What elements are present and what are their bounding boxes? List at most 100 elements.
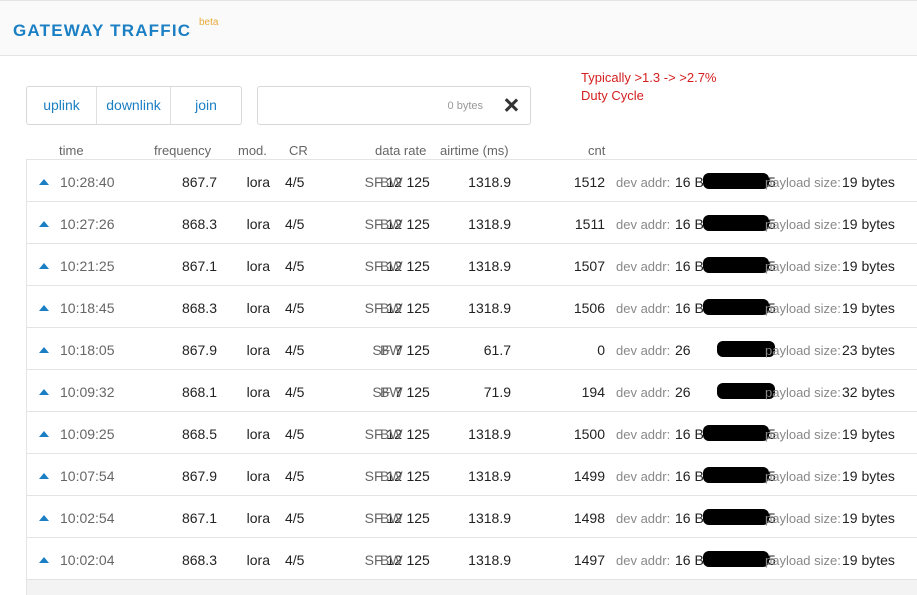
bw-label: BW <box>380 174 403 190</box>
table-row[interactable]: 10:21:25 867.1 lora 4/5 SF 12 BW 125 1318.9 150… <box>27 244 917 286</box>
up-arrow-icon <box>39 557 49 563</box>
dev-addr-label: dev addr: <box>616 553 671 568</box>
row-modulation: lora <box>246 510 270 526</box>
row-modulation: lora <box>246 300 270 316</box>
row-coding-rate: 4/5 <box>285 216 305 232</box>
payload-filter-input[interactable]: 0 bytes <box>257 86 531 125</box>
table-row[interactable]: 10:09:25 868.5 lora 4/5 SF 12 BW 125 1318.9 150… <box>27 412 917 454</box>
bw-label: BW <box>380 384 403 400</box>
bw-label: BW <box>380 342 403 358</box>
bw-value: 125 <box>406 426 430 442</box>
redaction-block <box>703 215 769 231</box>
page-title: GATEWAY TRAFFIC <box>13 21 192 40</box>
dev-addr-label: dev addr: <box>616 343 671 358</box>
row-dev-addr[interactable]: 26 <box>675 342 691 358</box>
bw-label: BW <box>380 258 403 274</box>
row-count: 1507 <box>573 258 605 274</box>
uplink-filter-button[interactable]: uplink <box>27 87 97 124</box>
redaction-block <box>703 509 769 525</box>
row-payload-size: 19 bytes <box>842 426 895 442</box>
payload-size-label: payload size: <box>765 343 841 358</box>
row-airtime: 1318.9 <box>468 426 511 442</box>
row-bandwidth: BW 125 <box>380 426 430 442</box>
payload-size-label: payload size: <box>765 175 841 190</box>
table-row[interactable]: 10:07:54 867.9 lora 4/5 SF 12 BW 125 1318.9 149… <box>27 454 917 496</box>
bw-label: BW <box>380 300 403 316</box>
bw-value: 125 <box>406 174 430 190</box>
row-dev-addr[interactable]: 16 B <box>675 552 704 568</box>
dev-addr-label: dev addr: <box>616 175 671 190</box>
up-arrow-icon <box>39 515 49 521</box>
bw-value: 125 <box>406 216 430 232</box>
payload-size-label: payload size: <box>765 301 841 316</box>
row-dev-addr[interactable]: 16 B <box>675 258 704 274</box>
row-dev-addr[interactable]: 16 B <box>675 216 704 232</box>
row-dev-addr[interactable]: 16 B <box>675 510 704 526</box>
row-frequency: 867.9 <box>181 468 217 484</box>
row-modulation: lora <box>246 552 270 568</box>
row-airtime: 1318.9 <box>468 510 511 526</box>
col-data-rate: data rate <box>375 143 427 158</box>
join-filter-button[interactable]: join <box>171 87 241 124</box>
up-arrow-icon <box>39 179 49 185</box>
row-dev-addr[interactable]: 16 B <box>675 426 704 442</box>
row-time: 10:18:05 <box>60 342 115 358</box>
row-dev-addr[interactable]: 16 B <box>675 300 704 316</box>
col-modulation: mod. <box>238 143 267 158</box>
bw-label: BW <box>380 426 403 442</box>
table-row[interactable]: 10:27:26 868.3 lora 4/5 SF 12 BW 125 1318.9 151… <box>27 202 917 244</box>
row-dev-addr[interactable]: 26 <box>675 384 691 400</box>
redaction-block <box>703 173 769 189</box>
row-count: 1497 <box>573 552 605 568</box>
col-time: time <box>59 143 84 158</box>
table-row[interactable]: 10:02:04 868.3 lora 4/5 SF 12 BW 125 1318.9 149… <box>27 538 917 580</box>
row-count: 1512 <box>573 174 605 190</box>
page-header: GATEWAY TRAFFIC beta <box>0 0 917 56</box>
row-coding-rate: 4/5 <box>285 300 305 316</box>
row-frequency: 868.3 <box>181 300 217 316</box>
row-time: 10:02:04 <box>60 552 115 568</box>
dev-addr-label: dev addr: <box>616 469 671 484</box>
row-dev-addr[interactable]: 16 B <box>675 468 704 484</box>
dev-addr-label: dev addr: <box>616 259 671 274</box>
row-bandwidth: BW 125 <box>380 468 430 484</box>
row-airtime: 71.9 <box>483 384 511 400</box>
payload-size-label: payload size: <box>765 553 841 568</box>
annotation-line-2: Duty Cycle <box>581 88 644 103</box>
row-coding-rate: 4/5 <box>285 342 305 358</box>
bw-label: BW <box>380 216 403 232</box>
row-frequency: 868.3 <box>181 216 217 232</box>
table-row[interactable]: 10:02:54 867.1 lora 4/5 SF 12 BW 125 1318.9 149… <box>27 496 917 538</box>
redaction-block <box>703 257 769 273</box>
table-row[interactable]: 10:28:40 867.7 lora 4/5 SF 12 BW 125 1318.9 151… <box>27 160 917 202</box>
col-airtime: airtime (ms) <box>440 143 509 158</box>
beta-badge: beta <box>199 17 219 28</box>
table-row[interactable]: 10:18:45 868.3 lora 4/5 SF 12 BW 125 1318.9 150… <box>27 286 917 328</box>
table-row[interactable]: 10:09:32 868.1 lora 4/5 SF 7 BW 125 71.9 194 dev… <box>27 370 917 412</box>
payload-size-label: payload size: <box>765 427 841 442</box>
row-bandwidth: BW 125 <box>380 342 430 358</box>
row-frequency: 867.9 <box>181 342 217 358</box>
dev-addr-label: dev addr: <box>616 511 671 526</box>
row-airtime: 1318.9 <box>468 552 511 568</box>
up-arrow-icon <box>39 305 49 311</box>
row-modulation: lora <box>246 384 270 400</box>
row-dev-addr[interactable]: 16 B <box>675 174 704 190</box>
row-modulation: lora <box>246 174 270 190</box>
downlink-filter-button[interactable]: downlink <box>97 87 171 124</box>
up-arrow-icon <box>39 389 49 395</box>
row-count: 1506 <box>573 300 605 316</box>
close-icon[interactable] <box>502 96 520 114</box>
row-airtime: 61.7 <box>483 342 511 358</box>
bw-label: BW <box>380 510 403 526</box>
row-payload-size: 19 bytes <box>842 174 895 190</box>
table-row[interactable]: 10:18:05 867.9 lora 4/5 SF 7 BW 125 61.7 0 dev a… <box>27 328 917 370</box>
row-bandwidth: BW 125 <box>380 300 430 316</box>
up-arrow-icon <box>39 431 49 437</box>
row-coding-rate: 4/5 <box>285 468 305 484</box>
annotation-line-1: Typically >1.3 -> >2.7% <box>581 70 717 85</box>
bw-label: BW <box>380 552 403 568</box>
row-bandwidth: BW 125 <box>380 510 430 526</box>
redaction-block <box>703 467 769 483</box>
row-modulation: lora <box>246 342 270 358</box>
